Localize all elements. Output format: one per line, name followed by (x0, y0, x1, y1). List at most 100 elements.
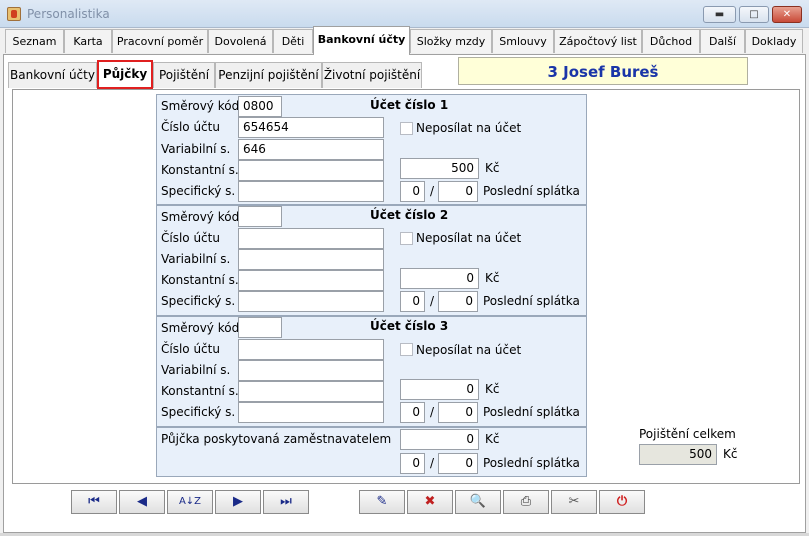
installment-from-input[interactable]: 0 (400, 453, 425, 474)
variable-symbol-input[interactable]: 646 (238, 139, 384, 160)
employer-loan-amount-input[interactable]: 0 (400, 429, 479, 450)
maximize-button[interactable]: □ (739, 6, 769, 23)
subtab-bankovni-ucty[interactable]: Bankovní účty (8, 62, 97, 88)
sort-button[interactable]: A↓Z (167, 490, 213, 514)
currency-label: Kč (485, 432, 500, 446)
installment-to-input[interactable]: 0 (438, 453, 478, 474)
print-icon: ⎙ (520, 494, 532, 509)
bank-code-input[interactable] (238, 317, 282, 338)
delete-record-icon: ✖ (424, 494, 436, 509)
variable-symbol-label: Variabilní s. (161, 252, 231, 266)
title-bar (0, 0, 809, 28)
last-installment-label: Poslední splátka (483, 294, 580, 308)
exit-button[interactable]: ⏻ (599, 490, 645, 514)
search-record-icon: 🔍 (469, 494, 487, 509)
constant-symbol-label: Konstantní s. (161, 384, 239, 398)
edit-record-icon: ✎ (376, 494, 388, 509)
last-installment-label: Poslední splátka (483, 456, 580, 470)
tab-smlouvy[interactable]: Smlouvy (492, 29, 554, 53)
tab-slozky-mzdy[interactable]: Složky mzdy (410, 29, 492, 53)
tab-karta[interactable]: Karta (64, 29, 112, 53)
tab-dalsi[interactable]: Další (700, 29, 745, 53)
subtab-pojisteni[interactable]: Pojištění (153, 62, 215, 88)
installment-from-input[interactable]: 0 (400, 402, 425, 423)
edit-record-button[interactable]: ✎ (359, 490, 405, 514)
do-not-send-checkbox[interactable] (400, 122, 413, 135)
installment-from-input[interactable]: 0 (400, 291, 425, 312)
do-not-send-label: Neposílat na účet (416, 121, 522, 135)
account-number-label: Číslo účtu (161, 342, 220, 356)
currency-label: Kč (485, 382, 500, 396)
account-title: Účet číslo 2 (370, 208, 449, 222)
do-not-send-checkbox[interactable] (400, 232, 413, 245)
account-number-input[interactable] (238, 339, 384, 360)
account-title: Účet číslo 1 (370, 98, 449, 112)
installment-to-input[interactable]: 0 (438, 181, 478, 202)
account-number-label: Číslo účtu (161, 120, 220, 134)
previous-record-button[interactable]: ◀ (119, 490, 165, 514)
amount-input[interactable]: 0 (400, 268, 479, 289)
first-record-button[interactable]: ⏮ (71, 490, 117, 514)
account-number-input[interactable] (238, 228, 384, 249)
tab-seznam[interactable]: Seznam (5, 29, 64, 53)
variable-symbol-input[interactable] (238, 360, 384, 381)
slash-label: / (430, 405, 435, 419)
amount-input[interactable]: 0 (400, 379, 479, 400)
constant-symbol-input[interactable] (238, 160, 384, 181)
currency-label: Kč (485, 161, 500, 175)
close-button[interactable]: ✕ (772, 6, 802, 23)
account-number-label: Číslo účtu (161, 231, 220, 245)
constant-symbol-input[interactable] (238, 381, 384, 402)
account-number-input[interactable]: 654654 (238, 117, 384, 138)
delete-record-button[interactable]: ✖ (407, 490, 453, 514)
tab-dovolena[interactable]: Dovolená (208, 29, 273, 53)
last-record-button[interactable]: ⏭ (263, 490, 309, 514)
window-title: Personalistika (27, 7, 110, 21)
bank-code-label: Směrový kód (161, 210, 240, 224)
app-icon (7, 7, 21, 21)
variable-symbol-label: Variabilní s. (161, 363, 231, 377)
constant-symbol-label: Konstantní s. (161, 163, 239, 177)
account-title: Účet číslo 3 (370, 319, 449, 333)
variable-symbol-input[interactable] (238, 249, 384, 270)
bank-code-input[interactable] (238, 206, 282, 227)
tab-pracovni-pomer[interactable]: Pracovní poměr (112, 29, 208, 53)
installment-to-input[interactable]: 0 (438, 291, 478, 312)
slash-label: / (430, 294, 435, 308)
currency-label: Kč (485, 271, 500, 285)
tools-button[interactable]: ✂ (551, 490, 597, 514)
employee-name: 3 Josef Bureš (458, 57, 748, 85)
installment-from-input[interactable]: 0 (400, 181, 425, 202)
tab-deti[interactable]: Děti (273, 29, 313, 53)
subtab-pujcky[interactable]: Půjčky (97, 60, 153, 89)
next-record-icon: ▶ (233, 494, 243, 509)
do-not-send-checkbox[interactable] (400, 343, 413, 356)
subtab-penzijni-pojisteni[interactable]: Penzijní pojištění (215, 62, 322, 88)
minimize-button[interactable]: ▬ (703, 6, 736, 23)
constant-symbol-input[interactable] (238, 270, 384, 291)
last-installment-label: Poslední splátka (483, 405, 580, 419)
do-not-send-label: Neposílat na účet (416, 343, 522, 357)
tab-zapoctovy-list[interactable]: Zápočtový list (554, 29, 642, 53)
variable-symbol-label: Variabilní s. (161, 142, 231, 156)
specific-symbol-input[interactable] (238, 402, 384, 423)
specific-symbol-label: Specifický s. (161, 294, 236, 308)
tab-bankovni-ucty[interactable]: Bankovní účty (313, 26, 410, 55)
insurance-total-currency: Kč (723, 447, 738, 461)
last-installment-label: Poslední splátka (483, 184, 580, 198)
specific-symbol-input[interactable] (238, 291, 384, 312)
do-not-send-label: Neposílat na účet (416, 231, 522, 245)
bank-code-input[interactable]: 0800 (238, 96, 282, 117)
installment-to-input[interactable]: 0 (438, 402, 478, 423)
search-record-button[interactable]: 🔍 (455, 490, 501, 514)
subtab-zivotni-pojisteni[interactable]: Životní pojištění (322, 62, 422, 88)
print-button[interactable]: ⎙ (503, 490, 549, 514)
specific-symbol-input[interactable] (238, 181, 384, 202)
next-record-button[interactable]: ▶ (215, 490, 261, 514)
specific-symbol-label: Specifický s. (161, 184, 236, 198)
specific-symbol-label: Specifický s. (161, 405, 236, 419)
insurance-total-label: Pojištění celkem (639, 427, 736, 441)
amount-input[interactable]: 500 (400, 158, 479, 179)
tab-doklady[interactable]: Doklady (745, 29, 803, 53)
tab-duchod[interactable]: Důchod (642, 29, 700, 53)
